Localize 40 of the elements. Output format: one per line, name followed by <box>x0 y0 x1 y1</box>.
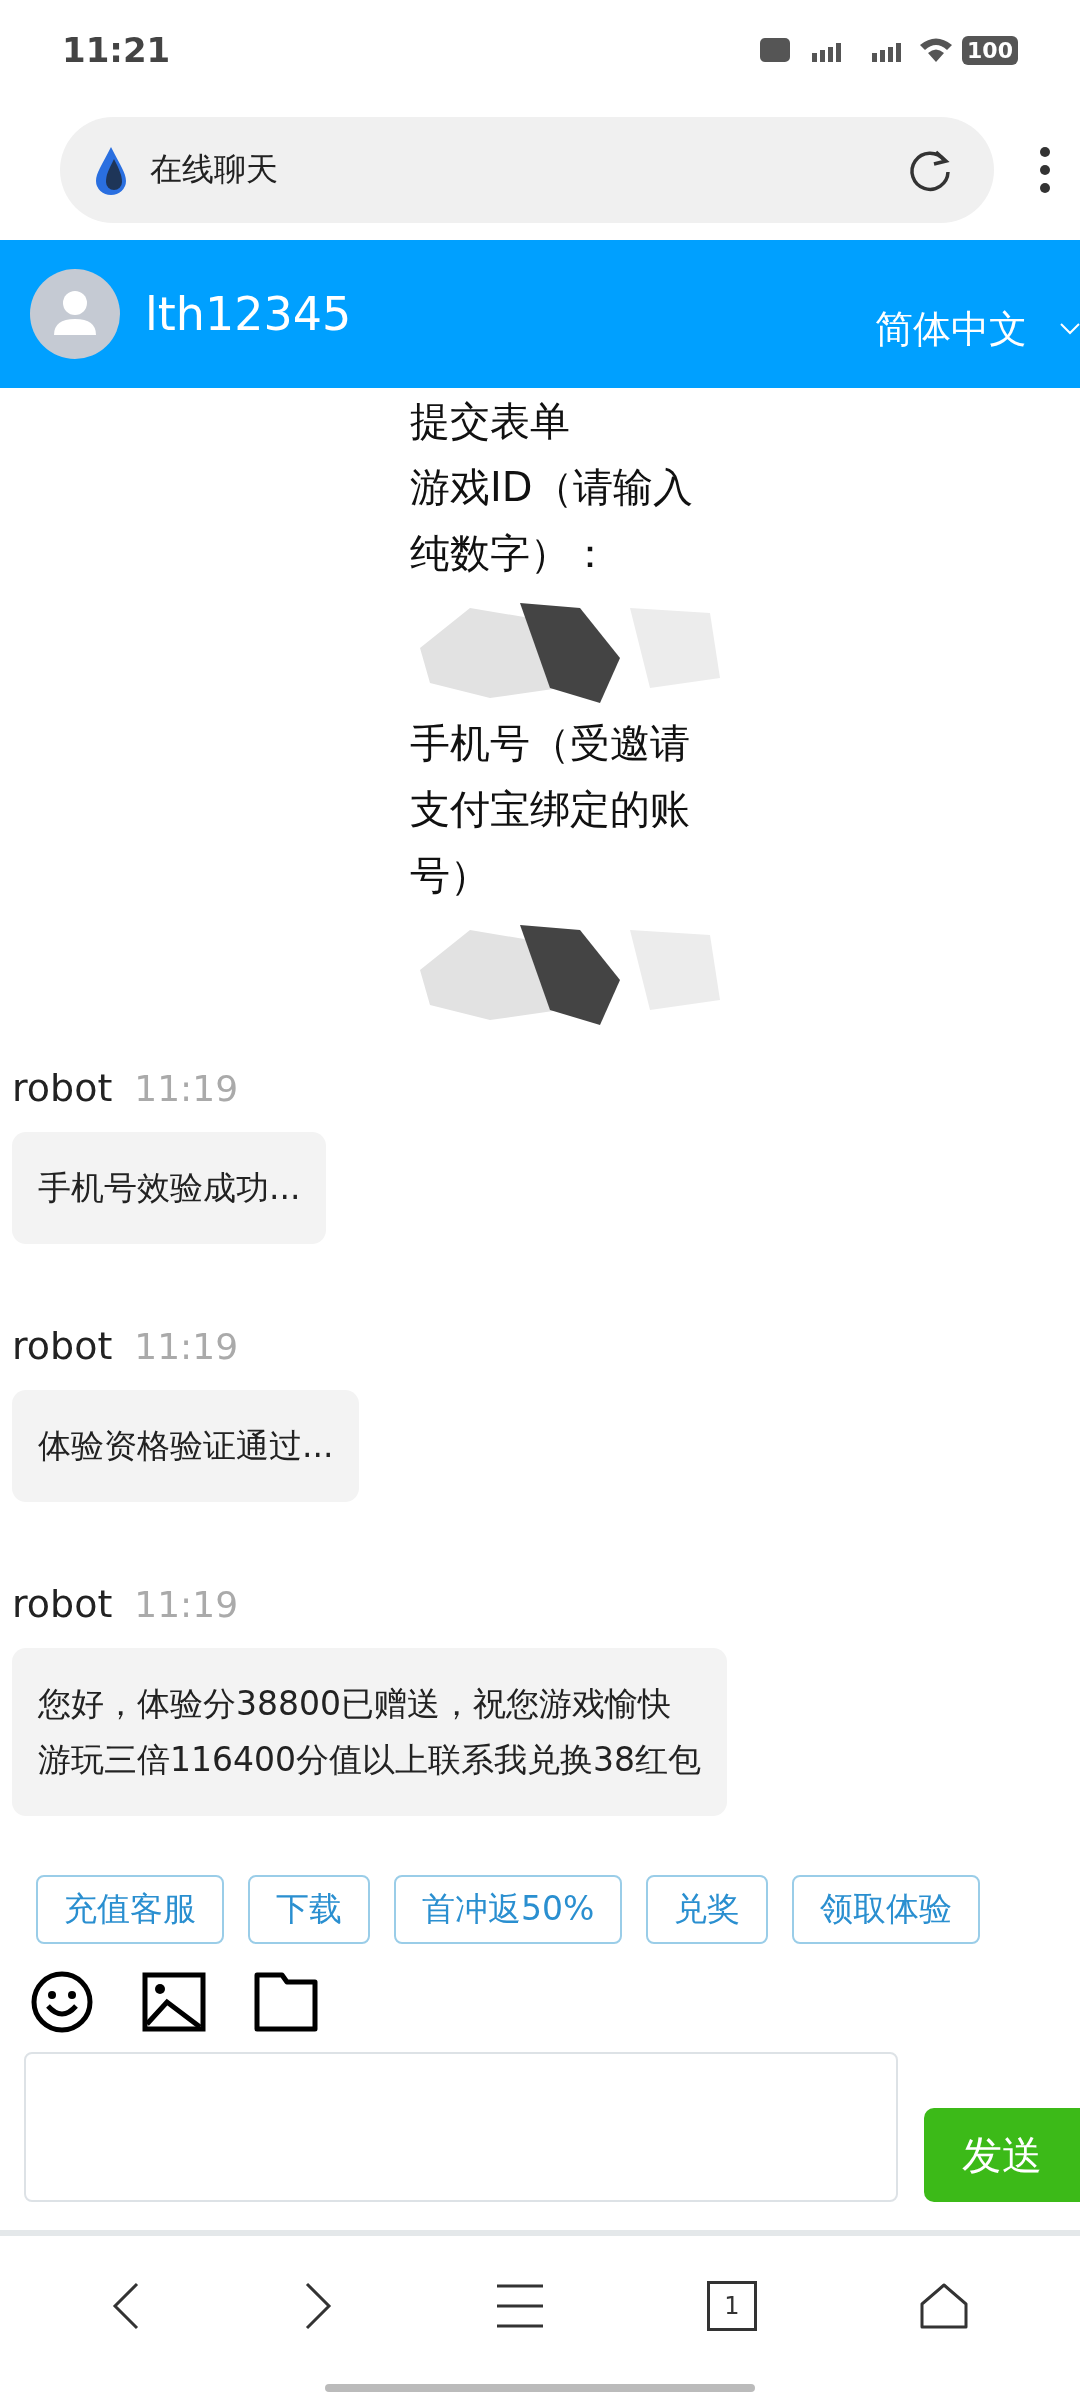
message-text: 游戏ID（请输入 <box>410 463 694 512</box>
drop-icon <box>94 145 128 195</box>
folder-icon[interactable] <box>254 1972 318 2032</box>
message-input[interactable] <box>24 2052 898 2202</box>
status-time: 11:21 <box>62 30 171 70</box>
address-bar[interactable]: 在线聊天 <box>60 117 994 223</box>
sender-name: robot <box>12 1582 113 1626</box>
message-text: 手机号（受邀请 <box>410 719 691 768</box>
quick-reply-button[interactable]: 充值客服 <box>36 1875 224 1944</box>
tabs-button[interactable]: 1 <box>707 2281 757 2331</box>
message-text: 支付宝绑定的账 <box>410 785 691 834</box>
back-icon[interactable] <box>111 2281 141 2331</box>
message-time: 11:19 <box>134 1326 239 1367</box>
message-bubble: 手机号效验成功... <box>12 1132 327 1244</box>
language-selector[interactable]: 简体中文 <box>875 303 1027 355</box>
message-text: 号） <box>410 851 491 900</box>
forward-icon[interactable] <box>303 2281 333 2331</box>
sender-name: robot <box>12 1066 113 1110</box>
message-time: 11:19 <box>134 1584 239 1625</box>
battery-level: 100 <box>962 35 1018 65</box>
page-title: 在线聊天 <box>150 149 279 190</box>
emoji-icon[interactable] <box>30 1970 94 2034</box>
quick-reply-button[interactable]: 首冲返50% <box>394 1875 623 1944</box>
image-icon[interactable] <box>142 1972 206 2032</box>
message-bubble: 您好，体验分38800已赠送，祝您游戏愉快 游玩三倍116400分值以上联系我兑换38红包 <box>12 1648 727 1816</box>
chevron-down-icon[interactable] <box>1060 322 1080 336</box>
quick-reply-button[interactable]: 兑奖 <box>646 1875 769 1944</box>
message-text: 纯数字）： <box>410 529 611 578</box>
avatar-icon <box>30 269 120 359</box>
message-text: 提交表单 <box>410 397 571 446</box>
menu-icon[interactable] <box>495 2283 545 2329</box>
more-icon[interactable] <box>1038 146 1052 194</box>
message-time: 11:19 <box>134 1068 239 1109</box>
send-button[interactable]: 发送 <box>924 2108 1080 2202</box>
message-bubble: 体验资格验证通过... <box>12 1390 360 1502</box>
home-icon[interactable] <box>919 2282 969 2330</box>
sender-name: robot <box>12 1324 113 1368</box>
quick-reply-button[interactable]: 领取体验 <box>792 1875 981 1944</box>
quick-reply-button[interactable]: 下载 <box>248 1875 370 1944</box>
username: lth12345 <box>145 287 353 341</box>
